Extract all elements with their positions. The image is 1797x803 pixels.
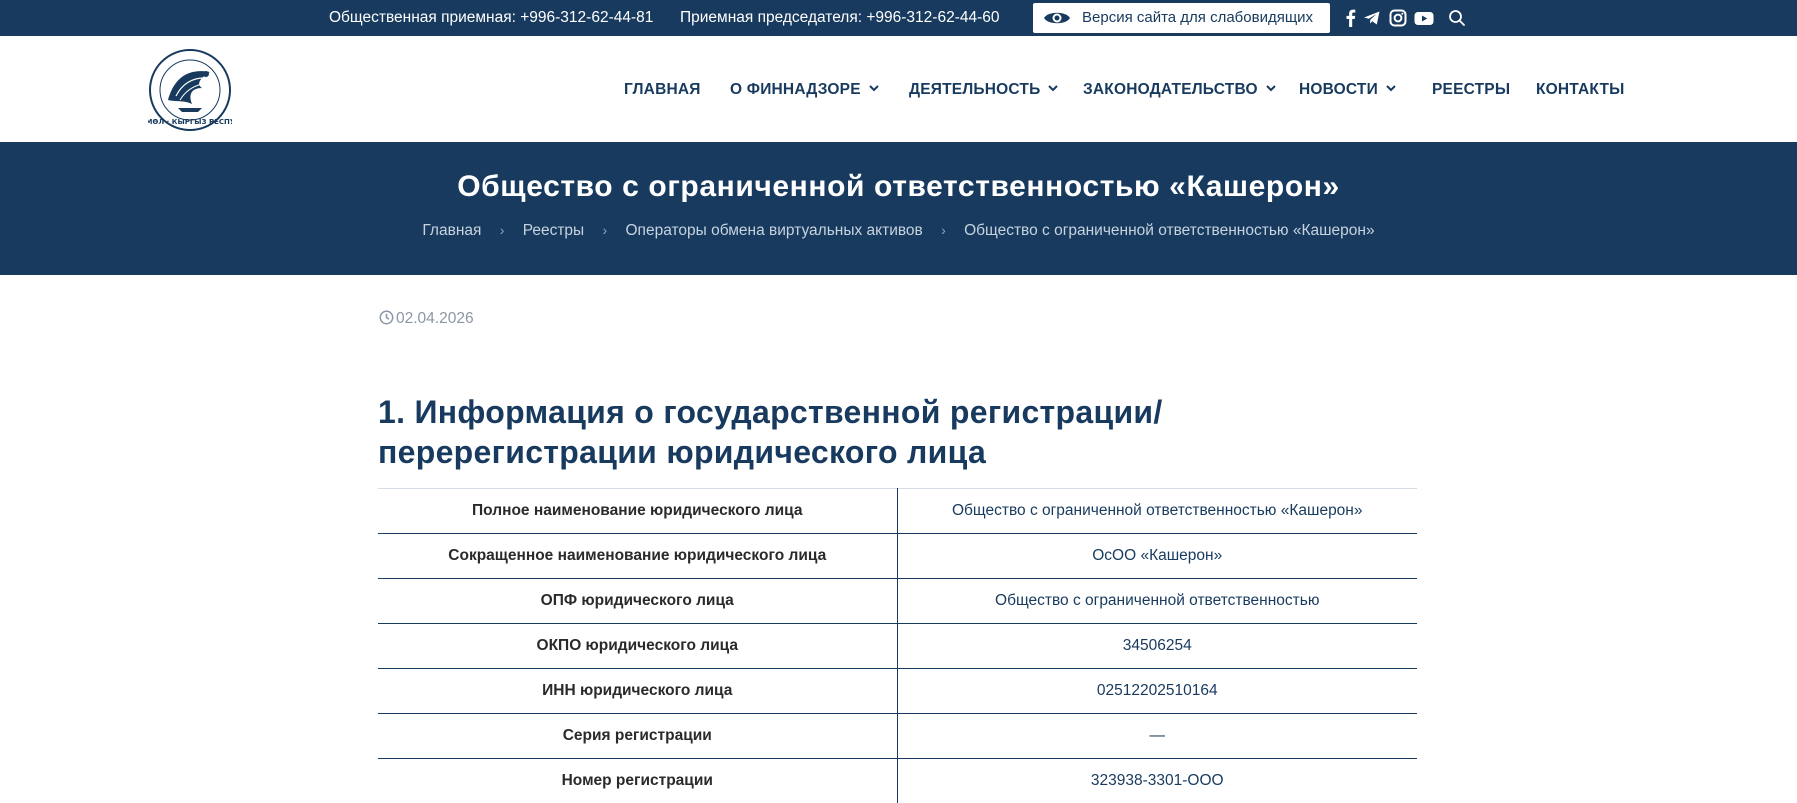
nav-item-about[interactable]: О ФИННАДЗОРЕ [730,81,879,99]
table-cell-value: — [897,713,1417,759]
table-row: Серия регистрации — [378,713,1417,759]
section-heading: 1. Информация о государственной регистра… [378,394,1163,470]
table-cell-key: Полное наименование юридического лица [378,488,898,534]
chevron-down-icon [1266,85,1276,92]
nav-item-label: ДЕЯТЕЛЬНОСТЬ [909,81,1041,98]
chevron-right-icon: › [941,222,946,238]
top-bar: Общественная приемная: +996-312-62-44-81… [0,0,1797,36]
table-cell-key: Сокращенное наименование юридического ли… [378,533,898,579]
page-hero-banner: Общество с ограниченной ответственностью… [0,142,1797,275]
nav-item-label: КОНТАКТЫ [1536,81,1625,98]
telegram-icon[interactable] [1363,9,1381,27]
low-vision-version-button[interactable]: Версия сайта для слабовидящих [1033,3,1330,33]
page-title: Общество с ограниченной ответственностью… [457,170,1340,203]
breadcrumb: Главная › Реестры › Операторы обмена вир… [0,222,1797,240]
nav-item-news[interactable]: НОВОСТИ [1299,81,1396,99]
clock-icon [379,310,394,325]
chevron-down-icon [1048,85,1059,92]
table-row: Номер регистрации 323938-3301-ООО [378,758,1417,803]
table-cell-value: Общество с ограниченной ответственностью [897,578,1417,624]
eye-icon [1043,9,1071,27]
facebook-icon[interactable] [1342,9,1360,27]
nav-item-activity[interactable]: ДЕЯТЕЛЬНОСТЬ [909,81,1059,99]
breadcrumb-item-home[interactable]: Главная [422,222,481,239]
public-reception-phone[interactable]: Общественная приемная: +996-312-62-44-81 [329,9,653,27]
search-icon[interactable] [1448,9,1466,27]
table-cell-key: ОКПО юридического лица [378,623,898,669]
nav-item-label: О ФИННАДЗОРЕ [730,81,861,98]
nav-item-contacts[interactable]: КОНТАКТЫ [1536,81,1625,99]
table-cell-value: ОсОО «Кашерон» [897,533,1417,579]
table-cell-value: Общество с ограниченной ответственностью… [897,488,1417,534]
table-cell-key: Серия регистрации [378,713,898,759]
table-cell-key: Номер регистрации [378,758,898,803]
nav-item-label: НОВОСТИ [1299,81,1378,98]
table-cell-value: 02512202510164 [897,668,1417,714]
chevron-down-icon [1386,85,1396,92]
youtube-icon[interactable] [1414,9,1434,27]
publish-date: 02.04.2026 [379,310,474,328]
chevron-right-icon: › [499,222,505,238]
nav-item-home[interactable]: ГЛАВНАЯ [624,81,701,99]
breadcrumb-item-current: Общество с ограниченной ответственностью… [964,222,1375,239]
chevron-down-icon [869,85,879,92]
nav-item-registries[interactable]: РЕЕСТРЫ [1432,81,1510,99]
table-cell-value: 34506254 [897,623,1417,669]
nav-item-label: ЗАКОНОДАТЕЛЬСТВО [1083,81,1258,98]
instagram-icon[interactable] [1389,9,1407,27]
finnadzor-logo[interactable]: ФИНКӨЗӨМӨЛ · КЫРГЫЗ РЕСПУБЛИКАСЫ [104,48,276,132]
logo-text: ФИНКӨЗӨМӨЛ · КЫРГЫЗ РЕСПУБЛИКАСЫ [148,118,232,126]
table-cell-value: 323938-3301-ООО [897,758,1417,803]
nav-item-label: ГЛАВНАЯ [624,81,701,98]
chairman-reception-phone[interactable]: Приемная председателя: +996-312-62-44-60 [680,9,1000,27]
table-row: ОКПО юридического лица 34506254 [378,623,1417,669]
table-row: Сокращенное наименование юридического ли… [378,533,1417,579]
table-row: ИНН юридического лица 02512202510164 [378,668,1417,714]
table-row: Полное наименование юридического лица Общ… [378,488,1417,534]
chevron-right-icon: › [602,222,608,238]
nav-item-label: РЕЕСТРЫ [1432,81,1511,98]
publish-date-value: 02.04.2026 [396,310,474,327]
table-row: ОПФ юридического лица Общество с ограниче… [378,578,1417,624]
nav-item-legislation[interactable]: ЗАКОНОДАТЕЛЬСТВО [1083,81,1276,99]
breadcrumb-item-vasp-operators[interactable]: Операторы обмена виртуальных активов [626,222,923,239]
site-header: ФИНКӨЗӨМӨЛ · КЫРГЫЗ РЕСПУБЛИКАСЫ ГЛАВНАЯ… [0,36,1797,142]
registration-info-table: Полное наименование юридического лица Общ… [378,488,1417,803]
table-cell-key: ОПФ юридического лица [378,578,898,624]
low-vision-version-label: Версия сайта для слабовидящих [1082,9,1314,26]
table-cell-key: ИНН юридического лица [378,668,898,714]
breadcrumb-item-registries[interactable]: Реестры [523,222,585,239]
